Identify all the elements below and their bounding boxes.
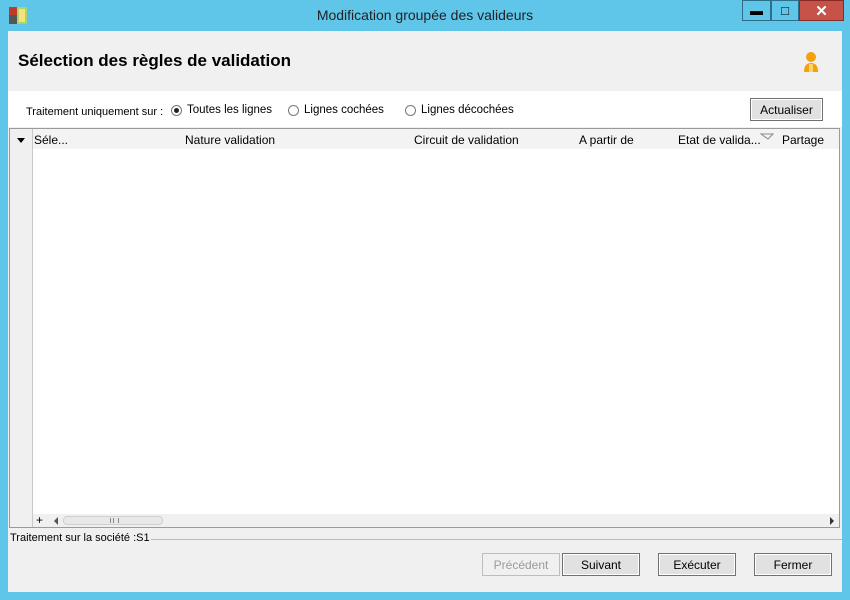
- column-header-circuit[interactable]: Circuit de validation: [414, 133, 519, 147]
- radio-label: Toutes les lignes: [187, 104, 273, 116]
- wizard-header: Sélection des règles de validation: [8, 31, 842, 89]
- minimize-button[interactable]: ▬: [742, 0, 771, 21]
- column-header-selection[interactable]: Séle...: [34, 133, 68, 147]
- dialog-client: Sélection des règles de validation Trait…: [8, 31, 842, 592]
- radio-empty-icon: [288, 104, 299, 116]
- previous-button[interactable]: Précédent: [482, 553, 560, 576]
- user-icon: [804, 52, 818, 72]
- scroll-left-icon[interactable]: [54, 517, 58, 525]
- refresh-button[interactable]: Actualiser: [750, 98, 823, 121]
- grip-icon: [110, 518, 119, 523]
- filter-label: Traitement uniquement sur :: [26, 106, 164, 118]
- horizontal-scrollbar[interactable]: +: [33, 513, 839, 527]
- scroll-thumb[interactable]: [63, 516, 163, 525]
- window-title: Modification groupée des valideurs: [316, 7, 534, 23]
- close-window-button[interactable]: ✕: [799, 0, 844, 21]
- filter-bar: Traitement uniquement sur : Toutes les l…: [8, 91, 842, 127]
- radio-label: Lignes décochées: [421, 104, 514, 116]
- column-header-share[interactable]: Partage: [782, 133, 824, 147]
- scroll-right-icon[interactable]: [830, 517, 834, 525]
- title-bar[interactable]: Modification groupée des valideurs ▬ □ ✕: [0, 0, 850, 31]
- dropdown-arrow-icon[interactable]: [17, 138, 25, 143]
- radio-empty-icon: [405, 104, 416, 116]
- radio-unchecked-lines[interactable]: Lignes décochées: [405, 104, 514, 116]
- grid-row-selector-column: [10, 129, 33, 527]
- filter-icon[interactable]: [760, 133, 774, 143]
- column-header-status[interactable]: Etat de valida...: [678, 133, 761, 147]
- add-row-icon[interactable]: +: [36, 513, 43, 527]
- radio-selected-icon: [171, 104, 182, 116]
- maximize-button[interactable]: □: [771, 0, 799, 21]
- radio-checked-lines[interactable]: Lignes cochées: [288, 104, 384, 116]
- dialog-window: Modification groupée des valideurs ▬ □ ✕…: [0, 0, 850, 600]
- status-line: Traitement sur la société :S1: [8, 531, 842, 549]
- status-divider: [151, 539, 842, 540]
- column-header-from-date[interactable]: A partir de: [579, 133, 634, 147]
- execute-button[interactable]: Exécuter: [658, 553, 736, 576]
- company-status: Traitement sur la société :S1: [10, 532, 150, 544]
- rules-grid[interactable]: Séle... Nature validation Circuit de val…: [9, 128, 840, 528]
- radio-label: Lignes cochées: [304, 104, 384, 116]
- next-button[interactable]: Suivant: [562, 553, 640, 576]
- close-button[interactable]: Fermer: [754, 553, 832, 576]
- radio-all-lines[interactable]: Toutes les lignes: [171, 104, 272, 116]
- grid-header: Séle... Nature validation Circuit de val…: [33, 129, 839, 149]
- page-title: Sélection des règles de validation: [18, 51, 292, 70]
- column-header-nature[interactable]: Nature validation: [185, 133, 275, 147]
